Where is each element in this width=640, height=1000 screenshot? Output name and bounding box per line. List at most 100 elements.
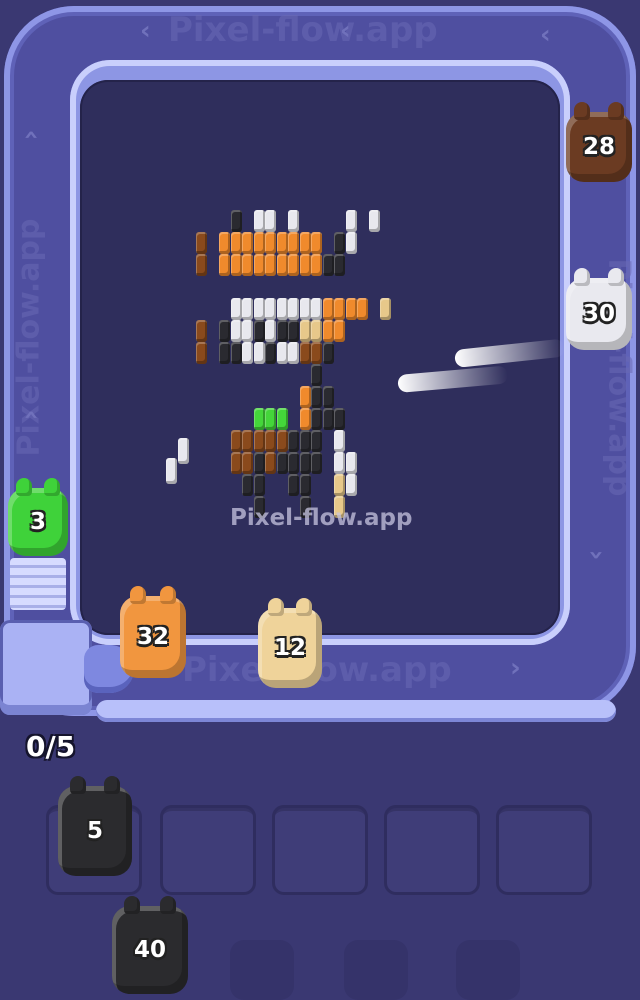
pixel-block <box>288 320 299 342</box>
pixel-block <box>299 386 311 408</box>
pixel-block <box>334 320 345 342</box>
pixel-block <box>230 452 242 474</box>
pixel-block <box>311 298 322 320</box>
pixel-block <box>299 430 311 452</box>
pixel-block <box>230 342 242 364</box>
pixel-block <box>311 408 322 430</box>
pixel-block <box>322 320 334 342</box>
pixel-block <box>299 232 311 254</box>
pixel-block <box>345 298 357 320</box>
pixel-block <box>230 210 242 232</box>
pixel-block <box>253 232 265 254</box>
pixel-block <box>178 438 189 464</box>
pixel-block <box>242 320 253 342</box>
pixel-block <box>288 342 299 364</box>
pixel-block <box>276 298 288 320</box>
queue-cell <box>344 940 408 1000</box>
pixel-block <box>230 430 242 452</box>
pixel-block <box>322 254 334 276</box>
pixel-block <box>265 408 276 430</box>
pixel-block <box>253 320 265 342</box>
pixel-block <box>334 254 345 276</box>
pixel-block <box>299 254 311 276</box>
pixel-block <box>288 232 299 254</box>
pixel-block <box>299 342 311 364</box>
belt-arrow-icon: ‹ <box>580 549 611 561</box>
shooter-ammo-count: 40 <box>133 937 166 963</box>
shooter-ammo-count: 12 <box>273 635 306 661</box>
pixel-block <box>345 210 357 232</box>
pixel-block <box>253 474 265 496</box>
pixel-block <box>311 254 322 276</box>
pixel-block <box>242 342 253 364</box>
pixel-block <box>276 342 288 364</box>
holding-slot[interactable] <box>384 805 480 895</box>
belt-watermark-left: Pixel-flow.app <box>11 218 47 457</box>
pixel-block <box>334 298 345 320</box>
shooter-green[interactable]: 3 <box>8 478 68 556</box>
pixel-block <box>265 342 276 364</box>
holding-slot[interactable] <box>496 805 592 895</box>
pixel-block <box>276 408 288 430</box>
shooter-orange[interactable]: 32 <box>120 586 186 678</box>
holding-slot[interactable] <box>160 805 256 895</box>
center-watermark: Pixel-flow.app <box>230 505 413 531</box>
shooter-black-queue[interactable]: 40 <box>112 896 188 994</box>
pixel-block <box>288 254 299 276</box>
shooter-ammo-count: 32 <box>136 624 169 650</box>
pixel-block <box>242 298 253 320</box>
launcher-base <box>0 620 92 715</box>
pixel-block <box>311 232 322 254</box>
pixel-block <box>311 342 322 364</box>
pixel-block <box>265 430 276 452</box>
shooter-white[interactable]: 30 <box>566 268 632 350</box>
pixel-block <box>219 254 230 276</box>
pixel-block <box>253 210 265 232</box>
pixel-block <box>230 320 242 342</box>
pixel-block <box>265 210 276 232</box>
belt-arrow-icon: ‹ <box>16 129 47 141</box>
pixel-block <box>196 342 207 364</box>
pixel-block <box>311 452 322 474</box>
pixel-block <box>276 232 288 254</box>
shooter-ammo-count: 28 <box>582 134 615 160</box>
pixel-block <box>242 430 253 452</box>
feeder-stairs <box>10 558 66 610</box>
pixel-block <box>322 298 334 320</box>
pixel-block <box>230 254 242 276</box>
belt-arrow-icon: ‹ <box>510 654 521 684</box>
pixel-block <box>230 298 242 320</box>
pixel-block <box>219 232 230 254</box>
shooter-brown[interactable]: 28 <box>566 102 632 182</box>
pixel-block <box>276 452 288 474</box>
holding-slot[interactable] <box>272 805 368 895</box>
shooter-black-in-slot[interactable]: 5 <box>58 776 132 876</box>
shooter-ammo-count: 5 <box>86 818 103 844</box>
belt-arrow-icon: ‹ <box>16 409 47 421</box>
pixel-block <box>288 452 299 474</box>
pixel-block <box>345 474 357 496</box>
pixel-block <box>265 254 276 276</box>
pixel-block <box>322 386 334 408</box>
pixel-block <box>288 298 299 320</box>
pixel-block <box>265 232 276 254</box>
pixel-block <box>219 342 230 364</box>
pixel-block <box>196 254 207 276</box>
belt-arrow-icon: ‹ <box>340 16 351 46</box>
belt-arrow-icon: ‹ <box>140 16 151 46</box>
pixel-block <box>322 408 334 430</box>
pixel-block <box>242 474 253 496</box>
pixel-block <box>166 458 177 484</box>
pixel-block <box>196 320 207 342</box>
pixel-block <box>242 232 253 254</box>
game-stage: Pixel-flow.app Pixel-flow.app Pixel-flow… <box>0 0 640 1000</box>
pixel-block <box>253 298 265 320</box>
pixel-block <box>242 452 253 474</box>
pixel-block <box>265 298 276 320</box>
queue-cell <box>230 940 294 1000</box>
belt-watermark-top: Pixel-flow.app <box>168 10 438 50</box>
pixel-block <box>276 320 288 342</box>
pixel-block <box>334 474 345 496</box>
pixel-block <box>265 452 276 474</box>
shooter-tan[interactable]: 12 <box>258 598 322 688</box>
